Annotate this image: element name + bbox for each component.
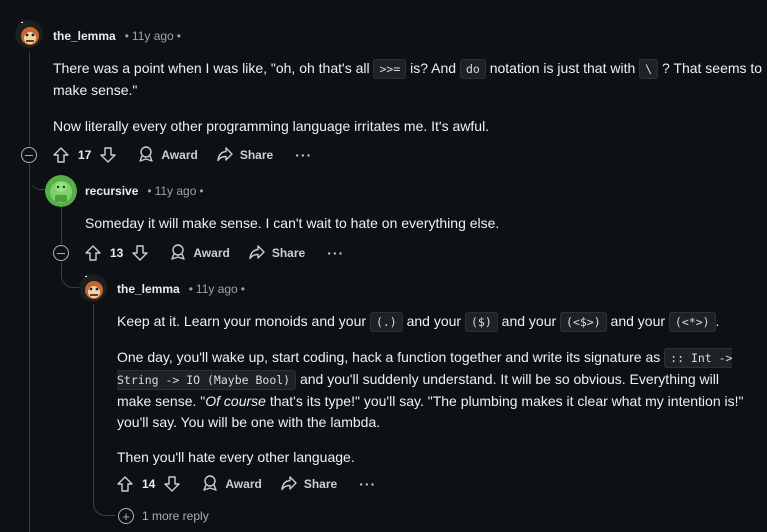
comment-paragraph: Someday it will make sense. I can't wait… (85, 215, 500, 231)
thread-line (29, 52, 30, 146)
thread-line (29, 164, 30, 532)
comment-paragraph: Then you'll hate every other language. (117, 449, 355, 465)
comment-meta: recursive • 11y ago • (85, 184, 207, 198)
more-options-icon[interactable]: ··· (359, 476, 376, 492)
downvote-icon[interactable] (129, 242, 151, 264)
meta-separator: • (188, 282, 193, 296)
comment-body: Someday it will make sense. I can't wait… (85, 213, 755, 234)
share-icon (216, 145, 234, 166)
text: Keep at it. Learn your monoids and your (117, 313, 370, 329)
vote-count: 13 (110, 246, 124, 260)
comment-meta: the_lemma • 11y ago • (117, 282, 248, 296)
award-button[interactable]: Award (169, 243, 230, 264)
collapse-button[interactable] (53, 245, 69, 261)
award-icon (201, 474, 219, 495)
downvote-icon[interactable] (97, 144, 119, 166)
inline-code: do (459, 59, 486, 79)
inline-code: \ (639, 59, 659, 79)
thread-connector (93, 496, 115, 516)
text: One day, you'll wake up, start coding, h… (117, 349, 665, 365)
award-label: Award (193, 246, 230, 260)
more-options-icon[interactable]: ··· (327, 245, 344, 261)
text: and your (402, 313, 465, 329)
comment-age[interactable]: 11y ago (196, 282, 238, 296)
comment-paragraph: There was a point when I was like, "oh, … (53, 58, 763, 101)
award-icon (137, 145, 155, 166)
inline-code: >>= (373, 59, 407, 79)
text: . (715, 313, 720, 329)
more-replies-button[interactable]: + 1 more reply (118, 508, 209, 524)
text: notation is just that with (485, 60, 640, 76)
meta-separator: • (147, 184, 152, 198)
meta-separator: • (240, 282, 245, 296)
inline-code: (<*>) (668, 312, 716, 332)
comment-paragraph: One day, you'll wake up, start coding, h… (117, 347, 757, 433)
emphasis-text: Of course (205, 393, 266, 409)
comment-paragraph: Keep at it. Learn your monoids and your … (117, 311, 757, 333)
author-name[interactable]: the_lemma (117, 282, 180, 296)
thread-line (93, 304, 94, 500)
share-button[interactable]: Share (216, 145, 273, 166)
thread-line (61, 206, 62, 244)
collapse-button[interactable] (21, 147, 37, 163)
text: and your (497, 313, 561, 329)
share-label: Share (303, 477, 338, 491)
award-label: Award (225, 477, 262, 491)
comment-actions: 13 Award Share ··· (82, 241, 344, 265)
comment-meta: the_lemma • 11y ago • (53, 29, 184, 43)
more-replies-label: 1 more reply (142, 509, 209, 523)
vote-count: 14 (142, 477, 156, 491)
share-icon (248, 243, 266, 264)
user-avatar[interactable] (79, 274, 107, 302)
share-button[interactable]: Share (248, 243, 305, 264)
comment-age[interactable]: 11y ago (155, 184, 197, 198)
inline-code: (<$>) (560, 312, 607, 332)
thread-connector (29, 170, 45, 190)
inline-code: ($) (464, 312, 498, 332)
share-label: Share (239, 148, 274, 162)
thread-connector (61, 268, 79, 288)
text: There was a point when I was like, "oh, … (53, 60, 374, 76)
upvote-icon[interactable] (82, 242, 104, 264)
meta-separator: • (124, 29, 129, 43)
more-options-icon[interactable]: ··· (295, 147, 312, 163)
comment-thread: the_lemma • 11y ago • There was a point whe… (0, 0, 767, 532)
award-label: Award (161, 148, 198, 162)
expand-icon: + (118, 508, 134, 524)
award-button[interactable]: Award (201, 474, 262, 495)
upvote-icon[interactable] (50, 144, 72, 166)
comment-body: Keep at it. Learn your monoids and your … (117, 311, 757, 468)
award-icon (169, 243, 187, 264)
comment-paragraph: Now literally every other programming la… (53, 118, 490, 134)
meta-separator: • (199, 184, 204, 198)
downvote-icon[interactable] (161, 473, 183, 495)
comment-actions: 14 Award Share ··· (114, 472, 376, 496)
author-name[interactable]: recursive (85, 184, 138, 198)
comment-body: There was a point when I was like, "oh, … (53, 58, 763, 137)
author-name[interactable]: the_lemma (53, 29, 116, 43)
inline-code: (.) (369, 312, 403, 332)
text: and your (606, 313, 669, 329)
meta-separator: • (176, 29, 181, 43)
user-avatar[interactable] (45, 175, 77, 207)
user-avatar[interactable] (15, 20, 43, 48)
share-label: Share (271, 246, 306, 260)
share-icon (280, 474, 298, 495)
comment-age[interactable]: 11y ago (132, 29, 174, 43)
award-button[interactable]: Award (137, 145, 198, 166)
comment-actions: 17 Award Share ··· (50, 143, 312, 167)
share-button[interactable]: Share (280, 474, 337, 495)
vote-count: 17 (78, 148, 92, 162)
text: is? And (406, 60, 460, 76)
upvote-icon[interactable] (114, 473, 136, 495)
